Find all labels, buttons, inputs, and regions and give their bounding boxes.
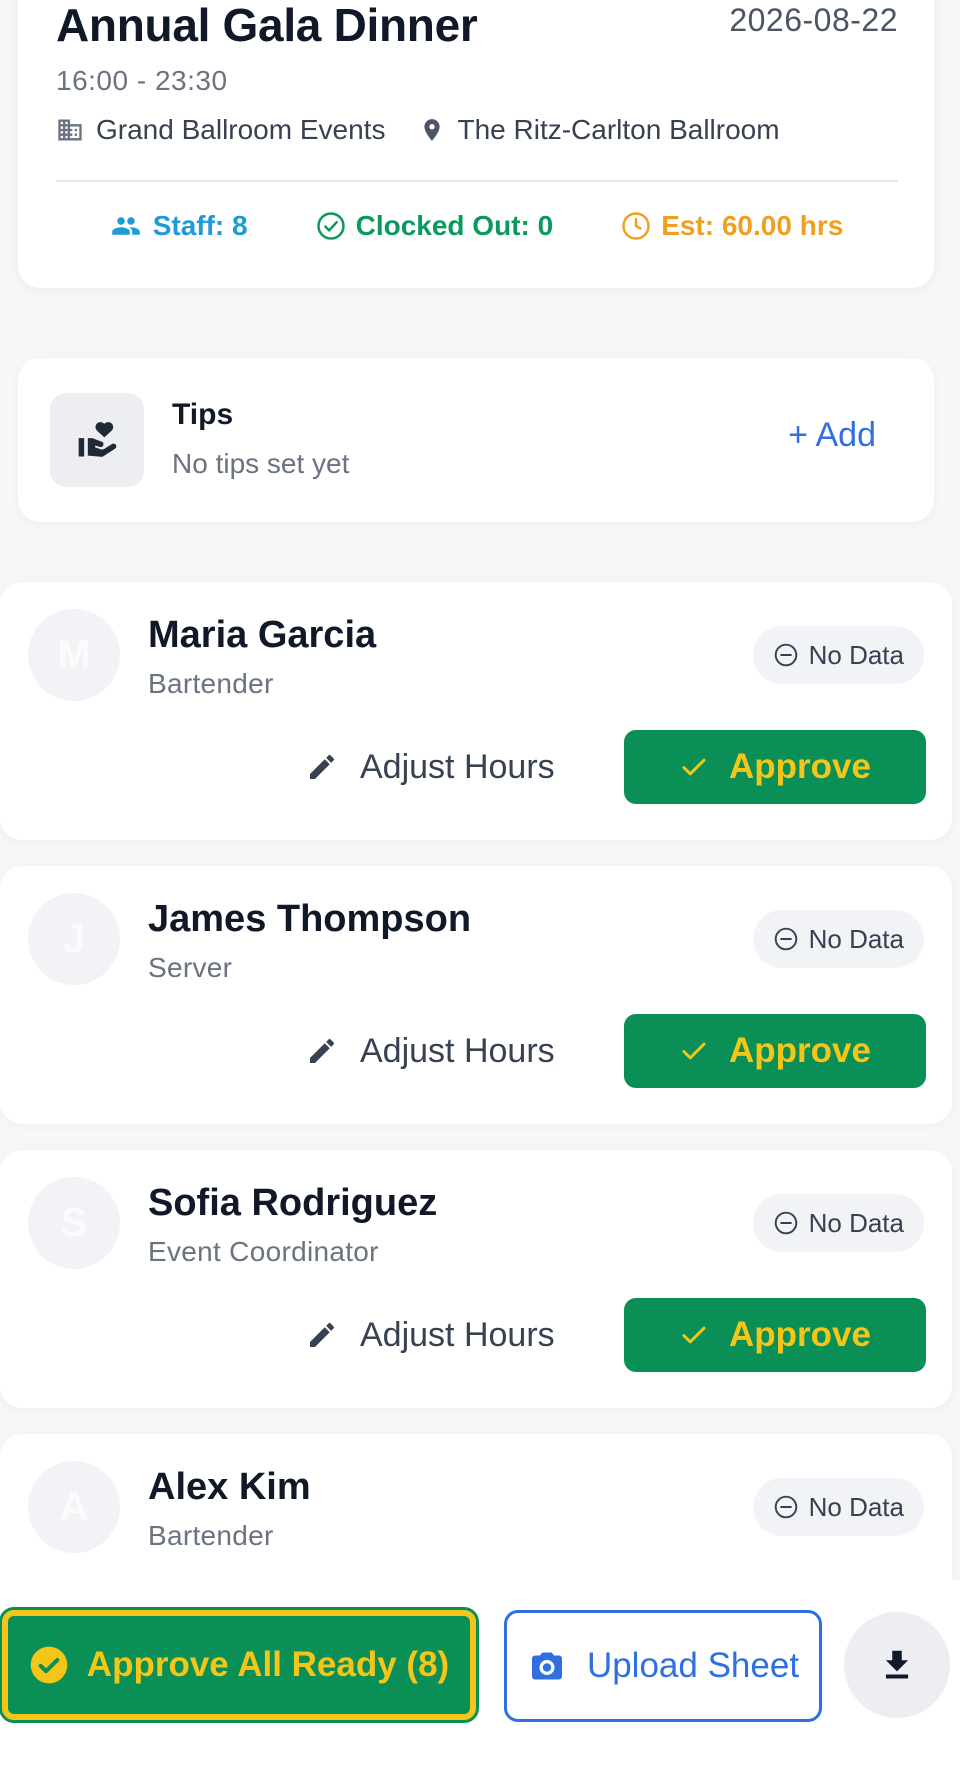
stat-clocked-out: Clocked Out: 0 — [316, 210, 554, 242]
status-badge: No Data — [752, 1478, 924, 1536]
hand-heart-icon — [78, 422, 117, 457]
status-badge-label: No Data — [808, 1207, 904, 1238]
minus-circle-icon — [774, 927, 797, 951]
approve-label: Approve — [729, 747, 871, 786]
avatar: S — [28, 1177, 120, 1269]
tips-title: Tips — [172, 398, 234, 431]
approve-label: Approve — [729, 1031, 871, 1070]
download-icon — [885, 1650, 909, 1679]
check-circle-icon — [30, 1646, 68, 1684]
adjust-hours-label: Adjust Hours — [360, 1031, 555, 1070]
minus-circle-icon — [774, 1211, 797, 1235]
staff-name: Maria Garcia — [148, 614, 377, 656]
approve-all-button[interactable]: Approve All Ready (8) — [0, 1607, 479, 1723]
approve-button[interactable]: Approve — [624, 1014, 926, 1088]
staff-card: J James Thompson Server No Data Adjust H… — [0, 866, 952, 1124]
tips-card: Tips No tips set yet + Add — [18, 358, 934, 522]
staff-name: Alex Kim — [148, 1466, 311, 1508]
adjust-hours-label: Adjust Hours — [360, 1315, 555, 1354]
location-pin-icon — [424, 119, 441, 141]
divider — [56, 180, 898, 182]
event-date: 2026-08-22 — [729, 2, 898, 38]
staff-role: Bartender — [148, 668, 274, 699]
tips-subtitle: No tips set yet — [172, 448, 350, 479]
event-company-label: Grand Ballroom Events — [96, 114, 386, 145]
staff-name: James Thompson — [148, 898, 472, 940]
minus-circle-icon — [774, 1495, 797, 1519]
bottom-action-bar: Approve All Ready (8) Upload Sheet — [0, 1580, 960, 1788]
event-venue-label: The Ritz-Carlton Ballroom — [457, 114, 780, 145]
status-badge: No Data — [752, 910, 924, 968]
stat-estimate: Est: 60.00 hrs — [621, 210, 843, 242]
approve-all-label: Approve All Ready (8) — [86, 1645, 450, 1684]
staff-role: Server — [148, 952, 233, 983]
camera-icon — [531, 1652, 562, 1680]
status-badge-label: No Data — [808, 639, 904, 670]
staff-list: M Maria Garcia Bartender No Data Adjust … — [0, 582, 952, 1718]
people-icon — [111, 217, 140, 235]
staff-card: M Maria Garcia Bartender No Data Adjust … — [0, 582, 952, 840]
tips-icon-box — [50, 393, 144, 487]
staff-role: Event Coordinator — [148, 1236, 379, 1267]
event-venue: The Ritz-Carlton Ballroom — [419, 114, 780, 146]
approve-button[interactable]: Approve — [624, 1298, 926, 1372]
staff-name: Sofia Rodriguez — [148, 1182, 438, 1224]
adjust-hours-button[interactable]: Adjust Hours — [306, 1016, 555, 1086]
avatar: J — [28, 893, 120, 985]
adjust-hours-button[interactable]: Adjust Hours — [306, 732, 555, 802]
status-badge-label: No Data — [808, 923, 904, 954]
pencil-icon — [310, 754, 335, 779]
download-button[interactable] — [844, 1612, 950, 1718]
pencil-icon — [310, 1038, 335, 1063]
event-stats: Staff: 8 Clocked Out: 0 Est: 60.00 hrs — [18, 210, 934, 242]
event-company: Grand Ballroom Events — [56, 114, 385, 146]
approve-label: Approve — [729, 1315, 871, 1354]
pencil-icon — [310, 1322, 335, 1347]
status-badge: No Data — [752, 1194, 924, 1252]
stat-estimate-label: Est: 60.00 hrs — [661, 210, 844, 241]
staff-card: S Sofia Rodriguez Event Coordinator No D… — [0, 1150, 952, 1408]
avatar: M — [28, 609, 120, 701]
staff-role: Bartender — [148, 1520, 274, 1551]
add-tips-button[interactable]: + Add — [788, 416, 876, 455]
check-icon — [682, 1326, 706, 1344]
adjust-hours-label: Adjust Hours — [360, 747, 555, 786]
status-badge-label: No Data — [808, 1491, 904, 1522]
stat-staff-label: Staff: 8 — [152, 210, 248, 241]
upload-sheet-label: Upload Sheet — [586, 1646, 800, 1685]
minus-circle-icon — [774, 643, 797, 667]
building-icon — [58, 119, 82, 141]
clock-icon — [622, 212, 650, 240]
upload-sheet-button[interactable]: Upload Sheet — [504, 1610, 822, 1722]
stat-clocked-out-label: Clocked Out: 0 — [355, 210, 554, 241]
event-header-card: Annual Gala Dinner 2026-08-22 16:00 - 23… — [18, 0, 934, 288]
event-title: Annual Gala Dinner — [56, 0, 478, 51]
status-badge: No Data — [752, 626, 924, 684]
check-icon — [682, 1042, 706, 1060]
stat-staff: Staff: 8 — [109, 210, 248, 242]
check-icon — [682, 758, 706, 776]
event-time: 16:00 - 23:30 — [56, 65, 228, 96]
avatar: A — [28, 1461, 120, 1553]
adjust-hours-button[interactable]: Adjust Hours — [306, 1300, 555, 1370]
check-circle-icon — [316, 212, 345, 240]
event-meta: Grand Ballroom Events The Ritz-Carlton B… — [56, 114, 814, 146]
approve-button[interactable]: Approve — [624, 730, 926, 804]
